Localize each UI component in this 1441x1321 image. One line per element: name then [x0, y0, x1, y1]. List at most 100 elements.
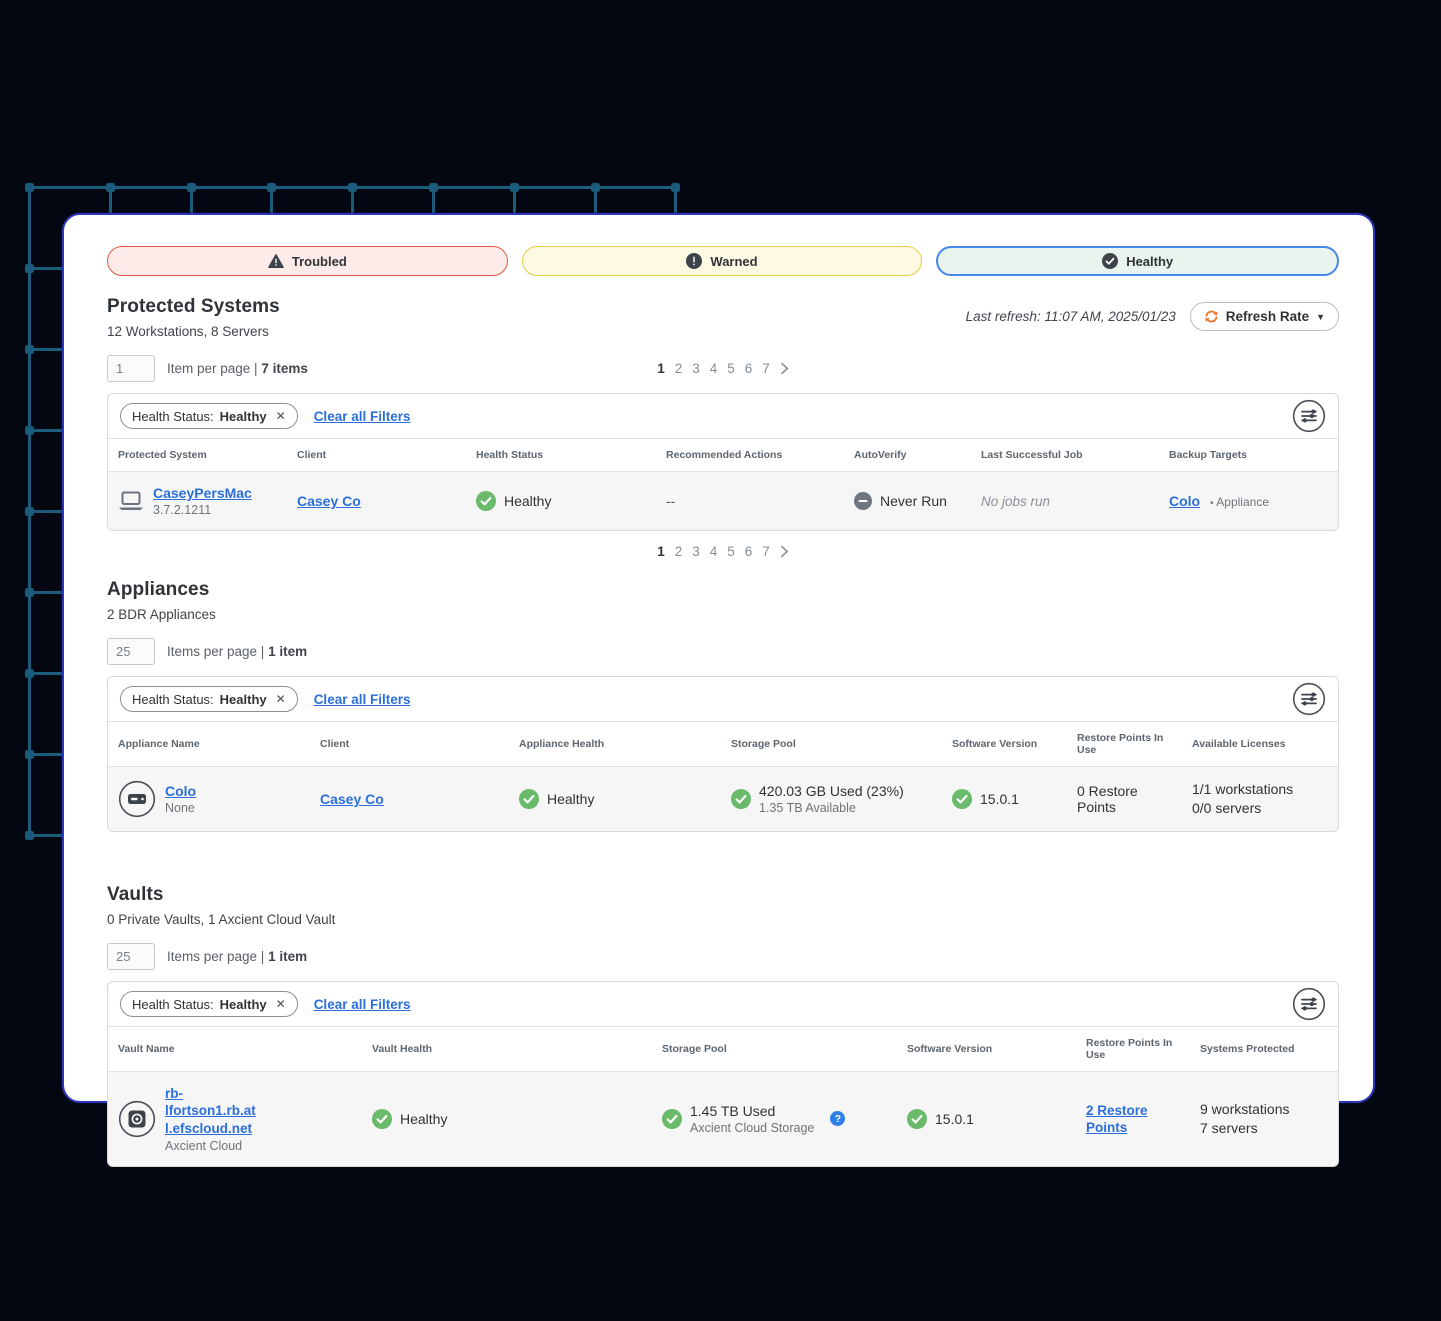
per-page-label: Item per page |: [167, 361, 258, 376]
health-status-filter-chip[interactable]: Health Status: Healthy ✕: [120, 403, 298, 429]
last-job-text: No jobs run: [981, 494, 1050, 509]
storage-used-text: 1.45 TB Used: [690, 1103, 814, 1119]
col-vault-health: Vault Health: [362, 1033, 652, 1065]
vault-link[interactable]: rb- lfortson1.rb.at l.efscloud.net: [165, 1085, 256, 1137]
storage-type-text: Axcient Cloud Storage: [690, 1121, 814, 1135]
appliance-link[interactable]: Colo: [165, 783, 196, 799]
health-status-text: Healthy: [400, 1111, 447, 1127]
cell-appliance-health: Healthy: [509, 776, 721, 822]
appliances-items-per-page-input[interactable]: [107, 638, 155, 665]
per-page-label: Items per page |: [167, 644, 264, 659]
cell-backup-targets: Colo Appliance: [1159, 480, 1338, 522]
healthy-check-icon: [519, 789, 539, 809]
healthy-check-icon: [731, 789, 751, 809]
items-count: 7 items: [261, 361, 308, 376]
vaults-items-per-page-input[interactable]: [107, 943, 155, 970]
cell-appliance-name: Colo None: [108, 767, 310, 831]
licenses-servers: 0/0 servers: [1192, 799, 1332, 818]
col-appliance-health: Appliance Health: [509, 728, 721, 760]
clear-all-filters-link[interactable]: Clear all Filters: [314, 997, 411, 1012]
cell-restore-points: 0 Restore Points: [1067, 770, 1182, 828]
client-link[interactable]: Casey Co: [297, 493, 361, 509]
client-link[interactable]: Casey Co: [320, 791, 384, 807]
health-status-filter-chip[interactable]: Health Status: Healthy ✕: [120, 991, 298, 1017]
next-page-icon[interactable]: [780, 362, 789, 375]
remove-filter-icon[interactable]: ✕: [276, 410, 286, 422]
healthy-check-icon: [476, 491, 496, 511]
sliders-icon: [1292, 987, 1326, 1021]
health-status-text: Healthy: [547, 791, 594, 807]
pagination-bottom: 1 2 3 4 5 6 7: [107, 544, 1339, 559]
cell-client: Casey Co: [287, 480, 466, 522]
per-page-label: Items per page |: [167, 949, 264, 964]
page-2[interactable]: 2: [675, 361, 683, 376]
warned-filter-button[interactable]: Warned: [522, 246, 923, 276]
health-status-filter-chip[interactable]: Health Status: Healthy ✕: [120, 686, 298, 712]
column-settings-button[interactable]: [1292, 682, 1326, 716]
clear-all-filters-link[interactable]: Clear all Filters: [314, 409, 411, 424]
appliances-table: Health Status: Healthy ✕ Clear all Filte…: [107, 676, 1339, 832]
restore-points-link[interactable]: 2 Restore Points: [1086, 1103, 1148, 1135]
table-row: Colo None Casey Co Healthy: [108, 767, 1338, 831]
page-6[interactable]: 6: [745, 544, 753, 559]
check-circle-icon: [1102, 253, 1118, 269]
healthy-check-icon: [372, 1109, 392, 1129]
licenses-workstations: 1/1 workstations: [1192, 780, 1332, 799]
appliance-icon: [118, 780, 156, 818]
column-settings-button[interactable]: [1292, 399, 1326, 433]
refresh-rate-button[interactable]: Refresh Rate ▼: [1190, 302, 1339, 331]
col-software-version: Software Version: [942, 728, 1067, 760]
col-appliance-name: Appliance Name: [108, 728, 310, 760]
agent-version: 3.7.2.1211: [153, 503, 252, 517]
sliders-icon: [1292, 399, 1326, 433]
col-client: Client: [310, 728, 509, 760]
cell-protected-system: CaseyPersMac 3.7.2.1211: [108, 472, 287, 530]
chip-value: Healthy: [220, 692, 267, 707]
protected-systems-title: Protected Systems: [107, 296, 280, 318]
vaults-table: Health Status: Healthy ✕ Clear all Filte…: [107, 981, 1339, 1167]
page-7[interactable]: 7: [762, 361, 770, 376]
page-4[interactable]: 4: [710, 361, 718, 376]
cell-storage-pool: 1.45 TB Used Axcient Cloud Storage ?: [652, 1090, 897, 1148]
healthy-label: Healthy: [1126, 254, 1173, 269]
col-health-status: Health Status: [466, 439, 656, 471]
col-available-licenses: Available Licenses: [1182, 728, 1338, 760]
protected-system-link[interactable]: CaseyPersMac: [153, 485, 252, 501]
healthy-filter-button[interactable]: Healthy: [936, 246, 1339, 276]
col-backup-targets: Backup Targets: [1159, 439, 1338, 471]
page-3[interactable]: 3: [692, 361, 700, 376]
remove-filter-icon[interactable]: ✕: [276, 998, 286, 1010]
clear-all-filters-link[interactable]: Clear all Filters: [314, 692, 411, 707]
col-systems-protected: Systems Protected: [1190, 1033, 1338, 1065]
chip-label: Health Status:: [132, 692, 214, 707]
backup-target-link[interactable]: Colo: [1169, 493, 1200, 509]
page-1[interactable]: 1: [657, 361, 665, 376]
status-filter-row: Troubled Warned Healthy: [107, 246, 1339, 276]
vault-sub: Axcient Cloud: [165, 1139, 256, 1153]
cell-client: Casey Co: [310, 778, 509, 820]
page-5[interactable]: 5: [727, 361, 735, 376]
cell-vault-health: Healthy: [362, 1096, 652, 1142]
healthy-check-icon: [662, 1109, 682, 1129]
page-1[interactable]: 1: [657, 544, 665, 559]
never-run-icon: [854, 492, 872, 510]
remove-filter-icon[interactable]: ✕: [276, 693, 286, 705]
help-icon[interactable]: ?: [830, 1111, 845, 1126]
troubled-label: Troubled: [292, 254, 347, 269]
page-7[interactable]: 7: [762, 544, 770, 559]
troubled-filter-button[interactable]: Troubled: [107, 246, 508, 276]
page-3[interactable]: 3: [692, 544, 700, 559]
page-6[interactable]: 6: [745, 361, 753, 376]
items-count: 1 item: [268, 949, 307, 964]
col-restore-points: Restore Points In Use: [1067, 722, 1182, 766]
column-settings-button[interactable]: [1292, 987, 1326, 1021]
page-5[interactable]: 5: [727, 544, 735, 559]
page-2[interactable]: 2: [675, 544, 683, 559]
appliances-title: Appliances: [107, 579, 1339, 601]
pagination-top: 1 2 3 4 5 6 7: [657, 361, 789, 376]
page-4[interactable]: 4: [710, 544, 718, 559]
next-page-icon[interactable]: [780, 545, 789, 558]
col-software-version: Software Version: [897, 1033, 1076, 1065]
protected-items-per-page-input[interactable]: [107, 355, 155, 382]
recommended-actions-text: --: [666, 493, 675, 509]
